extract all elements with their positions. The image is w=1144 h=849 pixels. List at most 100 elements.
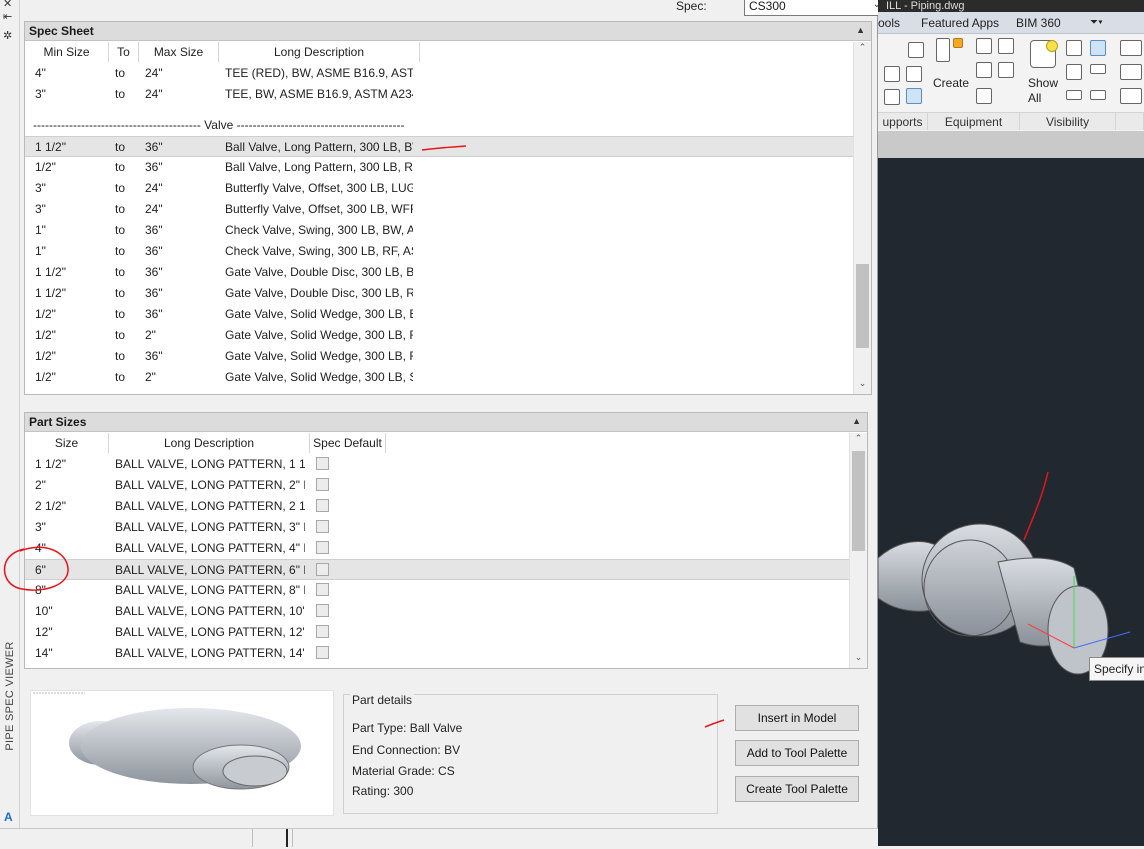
long-description-cell: Gate Valve, Solid Wedge, 300 LB, SV [225, 370, 413, 384]
visibility-icon[interactable] [1090, 40, 1106, 56]
table-row[interactable]: 6" BALL VALVE, LONG PATTERN, 6" ND [25, 559, 849, 580]
visibility-icon[interactable] [1066, 90, 1082, 100]
spec-default-checkbox[interactable] [316, 625, 329, 638]
auto-hide-icon[interactable]: ⇤ [3, 11, 12, 23]
table-row[interactable]: 10" BALL VALVE, LONG PATTERN, 10" NI [25, 601, 849, 622]
tab-featured-apps[interactable]: Featured Apps [921, 16, 999, 30]
spec-default-checkbox[interactable] [316, 457, 329, 470]
scroll-up-icon[interactable]: ⌃ [854, 42, 871, 58]
spec-select[interactable]: CS300 ⌄ [744, 0, 886, 16]
support-icon[interactable] [906, 66, 922, 82]
tab-bim-360[interactable]: BIM 360 [1016, 16, 1061, 30]
column-min-size[interactable]: Min Size [25, 42, 109, 62]
report-icon[interactable] [1120, 40, 1142, 56]
spec-default-checkbox[interactable] [316, 646, 329, 659]
equipment-star-icon[interactable] [953, 38, 963, 48]
part-details-legend: Part details [350, 693, 415, 707]
equipment-icon[interactable] [998, 62, 1014, 78]
insert-in-model-button[interactable]: Insert in Model [735, 705, 859, 731]
spec-default-checkbox[interactable] [316, 583, 329, 596]
support-icon[interactable] [906, 88, 922, 104]
visibility-icon[interactable] [1090, 90, 1106, 100]
table-row[interactable]: 3" to 24" Butterfly Valve, Offset, 300 LB, … [25, 178, 853, 199]
table-row[interactable]: 2 1/2" BALL VALVE, LONG PATTERN, 2 1/2" [25, 496, 849, 517]
support-icon[interactable] [884, 66, 900, 82]
create-equipment-icon[interactable] [936, 38, 950, 62]
table-row[interactable]: 3" to 24" TEE, BW, ASME B16.9, ASTM A234 G [25, 84, 853, 105]
close-icon[interactable]: ✕ [3, 0, 12, 10]
show-all-label[interactable]: Show All [1028, 76, 1058, 106]
table-row[interactable]: 3" to 24" Butterfly Valve, Offset, 300 LB, … [25, 199, 853, 220]
lightbulb-icon[interactable] [1046, 40, 1058, 52]
add-to-tool-palette-button[interactable]: Add to Tool Palette [735, 740, 859, 766]
scroll-thumb[interactable] [856, 264, 869, 348]
properties-icon[interactable]: ✲ [3, 30, 12, 42]
column-max-size[interactable]: Max Size [139, 42, 219, 62]
ribbon-tab-bar: ools Featured Apps BIM 360 ⏷▾ [878, 12, 1144, 34]
support-icon[interactable] [908, 42, 924, 58]
column-to[interactable]: To [109, 42, 139, 62]
spec-default-checkbox[interactable] [316, 604, 329, 617]
table-row[interactable]: 1 1/2" to 36" Gate Valve, Double Disc, 300 … [25, 262, 853, 283]
table-row[interactable]: 1/2" to 36" Ball Valve, Long Pattern, 300 L… [25, 157, 853, 178]
spec-default-checkbox[interactable] [316, 563, 329, 576]
table-row[interactable]: 1 1/2" BALL VALVE, LONG PATTERN, 1 1/2" [25, 454, 849, 475]
table-row[interactable]: 3" BALL VALVE, LONG PATTERN, 3" ND [25, 517, 849, 538]
to-cell: to [115, 87, 126, 101]
to-cell: to [115, 160, 126, 174]
scroll-up-icon[interactable]: ⌃ [850, 433, 867, 449]
palette-vertical-title: PIPE SPEC VIEWER [4, 641, 16, 751]
report-icon[interactable] [1120, 64, 1142, 80]
visibility-icon[interactable] [1066, 64, 1082, 80]
tab-tools[interactable]: ools [878, 16, 900, 30]
support-icon[interactable] [884, 89, 900, 105]
spec-sheet-scrollbar[interactable]: ⌃ ⌄ [853, 42, 871, 394]
column-long-description[interactable]: Long Description [109, 433, 310, 453]
size-cell: 2 1/2" [35, 499, 66, 513]
spec-default-checkbox[interactable] [316, 478, 329, 491]
table-row[interactable]: 12" BALL VALVE, LONG PATTERN, 12" NI [25, 622, 849, 643]
part-preview-image [30, 690, 334, 816]
equipment-icon[interactable] [976, 38, 992, 54]
table-row[interactable]: 2" BALL VALVE, LONG PATTERN, 2" ND [25, 475, 849, 496]
equipment-icon[interactable] [976, 62, 992, 78]
table-row[interactable]: 1 1/2" to 36" Gate Valve, Double Disc, 300 … [25, 283, 853, 304]
spec-sheet-panel: Spec Sheet ▲ Min Size To Max Size Long D… [24, 21, 872, 395]
table-row[interactable]: 4" to 24" TEE (RED), BW, ASME B16.9, ASTM A [25, 63, 853, 84]
tab-overflow-icon[interactable]: ⏷▾ [1090, 17, 1103, 28]
scroll-thumb[interactable] [852, 451, 865, 551]
visibility-icon[interactable] [1066, 40, 1082, 56]
spec-default-checkbox[interactable] [316, 520, 329, 533]
report-icon[interactable] [1120, 88, 1142, 104]
ribbon-group-visibility: Visibility [1020, 112, 1116, 130]
to-cell: to [115, 223, 126, 237]
table-row[interactable]: 1/2" to 2" Gate Valve, Solid Wedge, 300 LB,… [25, 367, 853, 388]
part-sizes-scrollbar[interactable]: ⌃ ⌄ [849, 433, 867, 668]
scroll-down-icon[interactable]: ⌄ [850, 652, 867, 668]
table-row[interactable]: 1" to 36" Check Valve, Swing, 300 LB, RF, A… [25, 241, 853, 262]
spec-default-checkbox[interactable] [316, 541, 329, 554]
scroll-down-icon[interactable]: ⌄ [854, 378, 871, 394]
table-row[interactable]: 4" BALL VALVE, LONG PATTERN, 4" ND [25, 538, 849, 559]
equipment-icon[interactable] [998, 38, 1014, 54]
create-label[interactable]: Create [933, 76, 969, 90]
column-long-description[interactable]: Long Description [219, 42, 420, 62]
column-spec-default[interactable]: Spec Default [310, 433, 386, 453]
part-sizes-header[interactable]: Part Sizes ▲ [25, 413, 867, 432]
visibility-icon[interactable] [1090, 64, 1106, 74]
collapse-icon[interactable]: ▲ [852, 416, 861, 426]
table-row[interactable]: 1/2" to 2" Gate Valve, Solid Wedge, 300 LB,… [25, 325, 853, 346]
table-row[interactable]: 1/2" to 36" Gate Valve, Solid Wedge, 300 LB… [25, 304, 853, 325]
long-description-cell: BALL VALVE, LONG PATTERN, 4" ND [115, 541, 305, 555]
spec-default-checkbox[interactable] [316, 499, 329, 512]
model-viewport[interactable]: Specify in [877, 158, 1144, 846]
table-row[interactable]: 8" BALL VALVE, LONG PATTERN, 8" ND [25, 580, 849, 601]
column-size[interactable]: Size [25, 433, 109, 453]
table-row[interactable]: 1" to 36" Check Valve, Swing, 300 LB, BW, A… [25, 220, 853, 241]
table-row[interactable]: 14" BALL VALVE, LONG PATTERN, 14" NI [25, 643, 849, 664]
collapse-icon[interactable]: ▲ [856, 25, 865, 35]
table-row[interactable]: 1/2" to 36" Gate Valve, Solid Wedge, 300 LB… [25, 346, 853, 367]
spec-sheet-header[interactable]: Spec Sheet ▲ [25, 22, 871, 41]
attach-icon[interactable] [976, 88, 992, 104]
create-tool-palette-button[interactable]: Create Tool Palette [735, 776, 859, 802]
